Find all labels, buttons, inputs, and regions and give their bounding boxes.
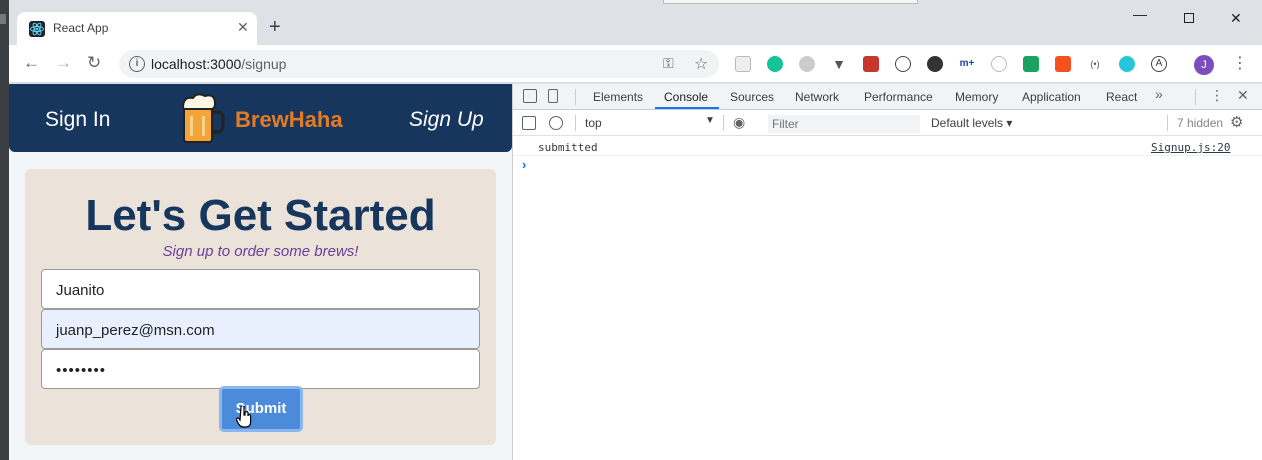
tab-sources[interactable]: Sources bbox=[730, 90, 774, 104]
eye-icon[interactable]: ◉ bbox=[733, 114, 745, 131]
new-tab-button[interactable]: + bbox=[269, 17, 281, 37]
app-navbar: Sign In BrewHaha Sign Up bbox=[9, 84, 512, 152]
inspect-element-icon[interactable] bbox=[523, 89, 537, 103]
gear-icon[interactable]: ⚙ bbox=[1230, 113, 1243, 131]
maximize-icon[interactable] bbox=[1184, 13, 1194, 23]
log-levels-select[interactable]: Default levels ▾ bbox=[931, 116, 1012, 130]
console-toolbar: top ▼ ◉ Default levels ▾ 7 hidden ⚙ bbox=[513, 110, 1262, 136]
hidden-messages-count: 7 hidden bbox=[1177, 116, 1224, 130]
context-select[interactable]: top bbox=[585, 116, 602, 130]
password-field[interactable]: •••••••• bbox=[41, 349, 480, 389]
extension-a-icon[interactable]: A bbox=[1151, 56, 1167, 72]
page-viewport: Sign In BrewHaha Sign Up Let's Get Start… bbox=[9, 84, 512, 460]
more-tabs-button[interactable]: » bbox=[1155, 86, 1163, 102]
signup-card: Let's Get Started Sign up to order some … bbox=[25, 169, 496, 445]
device-toolbar-icon[interactable] bbox=[548, 89, 558, 103]
clear-console-icon[interactable] bbox=[549, 116, 563, 130]
filter-input[interactable] bbox=[768, 115, 920, 133]
email-field[interactable]: juanp_perez@msn.com bbox=[41, 309, 480, 349]
console-message-text: submitted bbox=[538, 141, 598, 154]
beer-mug-icon[interactable] bbox=[179, 92, 225, 144]
close-window-icon[interactable]: ✕ bbox=[1230, 10, 1242, 27]
tab-title: React App bbox=[53, 21, 109, 35]
menu-icon[interactable]: ⋮ bbox=[1232, 53, 1248, 73]
grammarly-icon[interactable] bbox=[767, 56, 783, 72]
tab-console[interactable]: Console bbox=[664, 90, 708, 104]
dark-reader-icon[interactable] bbox=[927, 56, 943, 72]
extension-green-icon[interactable] bbox=[1023, 56, 1039, 72]
extension-teal-icon[interactable] bbox=[1119, 56, 1135, 72]
extension-code-icon[interactable] bbox=[895, 56, 911, 72]
profile-avatar[interactable]: J bbox=[1194, 55, 1214, 75]
brand-name[interactable]: BrewHaha bbox=[235, 107, 343, 133]
sign-in-link[interactable]: Sign In bbox=[45, 108, 110, 132]
browser-toolbar: ← → ↻ i localhost:3000/signup ⚿ ☆ ▼ m+ (… bbox=[9, 45, 1262, 83]
tab-strip: React App ✕ + — ✕ bbox=[9, 0, 1262, 45]
close-tab-icon[interactable]: ✕ bbox=[237, 19, 249, 36]
tab-elements[interactable]: Elements bbox=[593, 90, 643, 104]
minimize-icon[interactable]: — bbox=[1133, 6, 1147, 22]
submit-button[interactable]: Submit bbox=[219, 386, 303, 432]
tab-performance[interactable]: Performance bbox=[864, 90, 933, 104]
devtools-menu-icon[interactable]: ⋮ bbox=[1210, 87, 1224, 104]
sidebar-toggle-icon[interactable] bbox=[522, 116, 536, 130]
site-info-icon[interactable]: i bbox=[129, 56, 145, 72]
name-field[interactable]: Juanito bbox=[41, 269, 480, 309]
forward-icon[interactable]: → bbox=[55, 54, 72, 72]
sign-up-link[interactable]: Sign Up bbox=[409, 108, 484, 132]
extension-circle-icon[interactable] bbox=[799, 56, 815, 72]
extension-orange-icon[interactable] bbox=[1055, 56, 1071, 72]
extension-signal-icon[interactable]: (•) bbox=[1087, 56, 1103, 72]
back-icon[interactable]: ← bbox=[23, 54, 40, 72]
hand-cursor-icon bbox=[236, 406, 252, 428]
page-title: Let's Get Started bbox=[85, 191, 436, 240]
tab-react[interactable]: React bbox=[1106, 90, 1137, 104]
key-icon[interactable]: ⚿ bbox=[663, 55, 674, 72]
extension-red-icon[interactable] bbox=[863, 56, 879, 72]
extension-wave-icon[interactable] bbox=[735, 56, 751, 72]
browser-window: React App ✕ + — ✕ ← → ↻ i localhost:3000… bbox=[9, 0, 1262, 460]
console-message: submitted Signup.js:20 bbox=[513, 136, 1262, 156]
bookmark-star-icon[interactable]: ☆ bbox=[694, 54, 708, 74]
close-devtools-icon[interactable]: ✕ bbox=[1237, 87, 1249, 104]
chevron-down-icon[interactable]: ▼ bbox=[705, 115, 715, 126]
devtools-tab-bar: Elements Console Sources Network Perform… bbox=[513, 84, 1262, 110]
console-prompt[interactable]: › bbox=[522, 157, 526, 172]
tab-application[interactable]: Application bbox=[1022, 90, 1081, 104]
page-subtitle: Sign up to order some brews! bbox=[162, 243, 359, 260]
extension-m-icon[interactable]: m+ bbox=[959, 56, 975, 72]
react-icon bbox=[29, 21, 45, 37]
browser-tab[interactable]: React App ✕ bbox=[17, 12, 257, 45]
extension-gray-icon[interactable] bbox=[991, 56, 1007, 72]
tab-network[interactable]: Network bbox=[795, 90, 839, 104]
tab-memory[interactable]: Memory bbox=[955, 90, 998, 104]
devtools-panel: Elements Console Sources Network Perform… bbox=[512, 84, 1262, 460]
vue-devtools-icon[interactable]: ▼ bbox=[831, 56, 847, 72]
reload-icon[interactable]: ↻ bbox=[87, 54, 101, 72]
address-bar[interactable]: i localhost:3000/signup ⚿ ☆ bbox=[119, 50, 719, 78]
console-source-link[interactable]: Signup.js:20 bbox=[1151, 141, 1230, 154]
url-text[interactable]: localhost:3000/signup bbox=[151, 56, 286, 72]
